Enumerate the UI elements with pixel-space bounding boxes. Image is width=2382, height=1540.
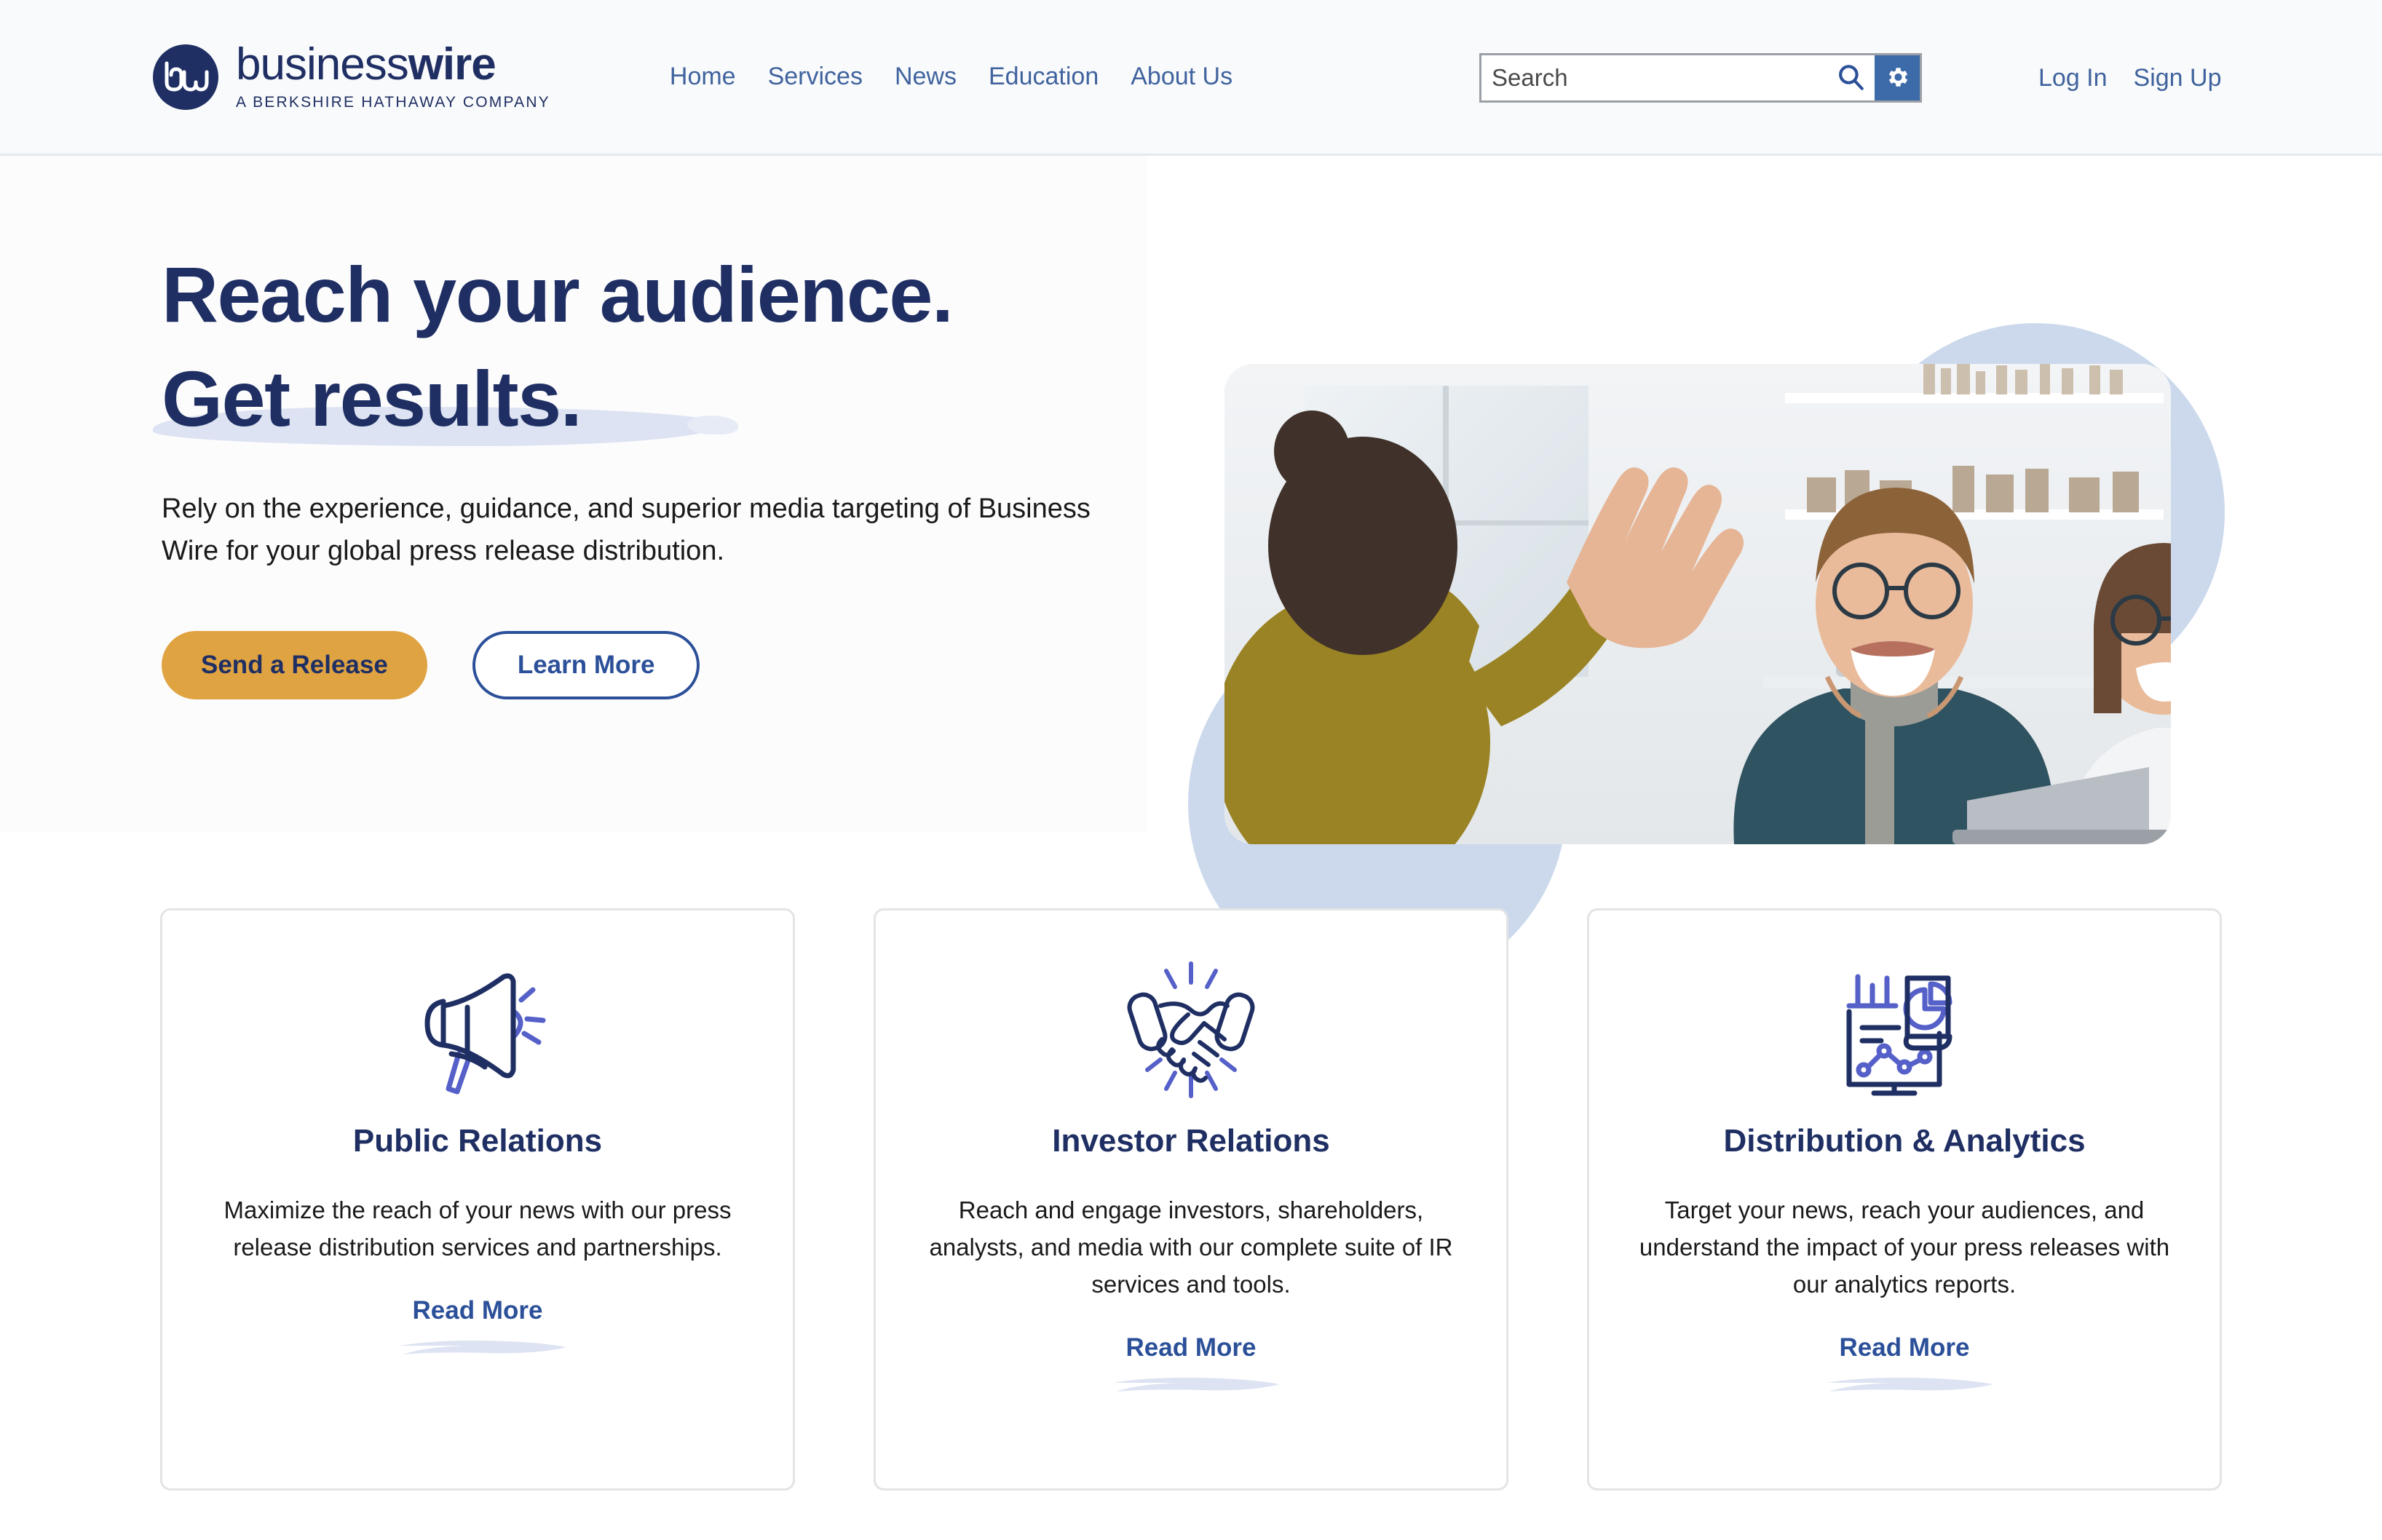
- nav-item-education[interactable]: Education: [989, 63, 1099, 91]
- auth-links: Log In Sign Up: [2038, 0, 2222, 156]
- hero-headline-line-2: Get results.: [162, 354, 582, 442]
- hero-headline-line-1: Reach your audience.: [162, 250, 954, 338]
- hero-headline: Reach your audience. Get results.: [153, 243, 1152, 451]
- link-underline-brush: [1826, 1378, 1993, 1392]
- search-input[interactable]: [1481, 55, 1827, 100]
- link-underline-brush: [1112, 1378, 1280, 1392]
- logo-tagline: A BERKSHIRE HATHAWAY COMPANY: [236, 94, 550, 111]
- hero-button-group: Send a Release Learn More: [162, 630, 1152, 699]
- hero-image: [1224, 364, 2171, 844]
- learn-more-button[interactable]: Learn More: [472, 630, 700, 699]
- card-body: Reach and engage investors, shareholders…: [929, 1196, 1453, 1298]
- card-body: Maximize the reach of your news with our…: [223, 1196, 732, 1261]
- read-more-link-distribution-analytics[interactable]: Read More: [1840, 1333, 1970, 1362]
- read-more-wrap: Read More: [1826, 1333, 1993, 1392]
- search-submit-button[interactable]: [1827, 55, 1875, 100]
- hero-copy: Reach your audience. Get results. Rely o…: [153, 243, 1152, 699]
- gear-icon: [1884, 64, 1910, 92]
- card-title: Public Relations: [352, 1123, 603, 1159]
- megaphone-icon: [405, 957, 550, 1103]
- nav-item-news[interactable]: News: [895, 63, 957, 91]
- magnifier-icon: [1835, 62, 1866, 95]
- read-more-wrap: Read More: [1112, 1333, 1280, 1392]
- hero-artwork: [1162, 323, 2254, 993]
- site-logo[interactable]: businesswire A BERKSHIRE HATHAWAY COMPAN…: [153, 42, 550, 111]
- search-settings-button[interactable]: [1875, 55, 1920, 100]
- logo-text: businesswire A BERKSHIRE HATHAWAY COMPAN…: [236, 42, 550, 111]
- logo-word-bold: wire: [408, 39, 496, 90]
- search-bar: [1479, 53, 1922, 103]
- read-more-link-investor-relations[interactable]: Read More: [1126, 1333, 1257, 1362]
- analytics-dashboard-icon: [1832, 957, 1977, 1103]
- card-body: Target your news, reach your audiences, …: [1639, 1196, 2170, 1298]
- card-distribution-analytics[interactable]: Distribution & Analytics Target your new…: [1587, 908, 2222, 1491]
- hero-section: Reach your audience. Get results. Rely o…: [0, 156, 2382, 993]
- hero-headline-line-2-wrap: Get results.: [153, 347, 739, 451]
- link-underline-brush: [399, 1341, 566, 1355]
- nav-item-home[interactable]: Home: [670, 63, 736, 91]
- card-investor-relations[interactable]: Investor Relations Reach and engage inve…: [874, 908, 1508, 1491]
- nav-item-about-us[interactable]: About Us: [1131, 63, 1232, 91]
- read-more-wrap: Read More: [399, 1296, 566, 1355]
- handshake-icon: [1118, 957, 1264, 1103]
- login-link[interactable]: Log In: [2038, 64, 2108, 92]
- card-public-relations[interactable]: Public Relations Maximize the reach of y…: [160, 908, 795, 1491]
- card-title: Distribution & Analytics: [1723, 1123, 2086, 1159]
- card-title: Investor Relations: [1052, 1123, 1330, 1159]
- nav-item-services[interactable]: Services: [768, 63, 863, 91]
- bw-monogram-icon: [153, 44, 218, 110]
- hero-image-illustration: [1224, 364, 2171, 844]
- signup-link[interactable]: Sign Up: [2134, 64, 2222, 92]
- hero-subtext: Rely on the experience, guidance, and su…: [162, 493, 1091, 566]
- logo-wordmark: businesswire: [236, 42, 550, 87]
- main-navigation: Home Services News Education About Us: [670, 63, 1232, 91]
- logo-word-light: business: [236, 39, 409, 90]
- send-a-release-button[interactable]: Send a Release: [162, 630, 427, 699]
- site-header: businesswire A BERKSHIRE HATHAWAY COMPAN…: [0, 0, 2382, 156]
- service-cards: Public Relations Maximize the reach of y…: [0, 908, 2382, 1491]
- read-more-link-public-relations[interactable]: Read More: [413, 1296, 543, 1325]
